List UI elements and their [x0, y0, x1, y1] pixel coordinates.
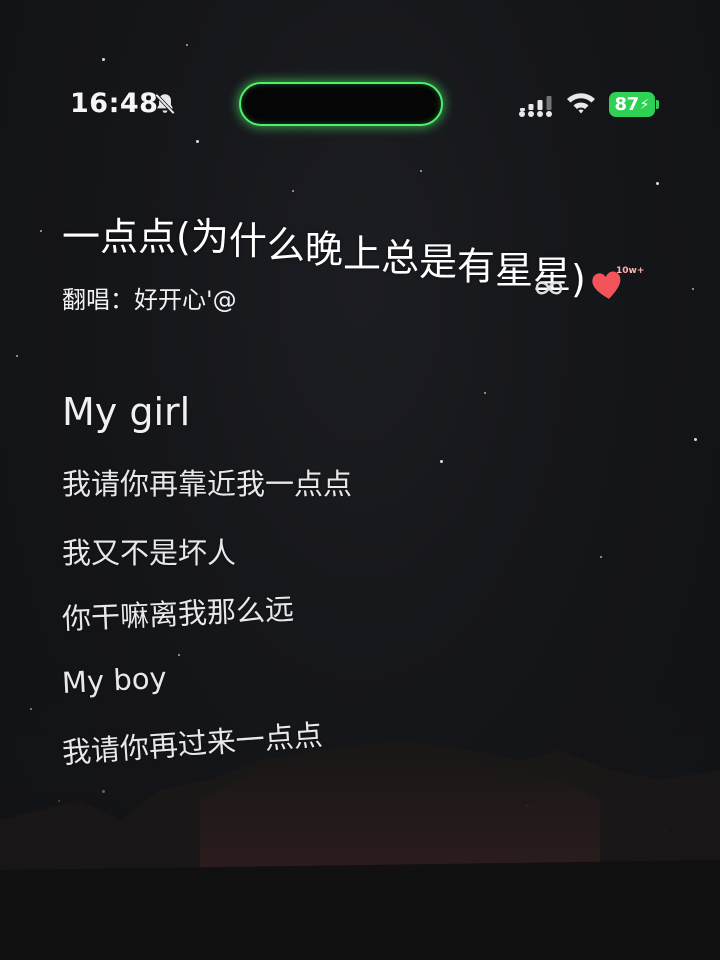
- lyric-line: My boy: [61, 660, 168, 700]
- song-title-char: 点: [100, 215, 139, 259]
- lyric-line: 我请你再靠近我一点点: [62, 467, 353, 501]
- lyric-line: 你干嘛离我那么远: [61, 591, 295, 636]
- song-title-char: 有: [456, 244, 495, 289]
- charging-bolt-icon: ⚡: [639, 96, 650, 113]
- cover-artist: 翻唱：好开心'@: [62, 286, 237, 314]
- song-title: 一点点(为什么晚上总是有星星): [62, 206, 586, 301]
- battery-cap: [656, 100, 659, 109]
- song-title-char: 一: [62, 215, 101, 259]
- wifi-icon: [567, 93, 595, 114]
- dynamic-island: [239, 82, 443, 126]
- lyric-line: My girl: [62, 390, 191, 434]
- like-count: 10w+: [616, 266, 645, 276]
- lyric-line: 我又不是坏人: [62, 536, 237, 570]
- song-title-char: (: [176, 215, 191, 259]
- battery-percentage: 87: [614, 94, 640, 115]
- night-skyline-background: [0, 670, 720, 960]
- lyric-line: 我请你再过来一点点: [60, 717, 324, 770]
- song-title-char: 星: [495, 248, 534, 293]
- song-title-char: 总: [380, 236, 419, 280]
- song-title-char: 什: [228, 219, 267, 264]
- song-title-char: ): [571, 257, 586, 301]
- song-title-char: 是: [418, 240, 457, 285]
- clock-time: 16:48: [70, 88, 159, 119]
- bell-slash-icon: [155, 93, 175, 115]
- song-title-char: 点: [138, 215, 177, 259]
- loop-icon[interactable]: [534, 276, 564, 300]
- song-title-char: 晚: [304, 227, 343, 272]
- song-title-char: 为: [190, 215, 229, 259]
- song-title-char: 么: [266, 223, 305, 268]
- signal-icon: [519, 96, 552, 117]
- song-title-char: 上: [342, 231, 381, 276]
- battery-icon: 87 ⚡: [609, 92, 655, 117]
- status-bar: 16:48 87 ⚡: [0, 80, 720, 132]
